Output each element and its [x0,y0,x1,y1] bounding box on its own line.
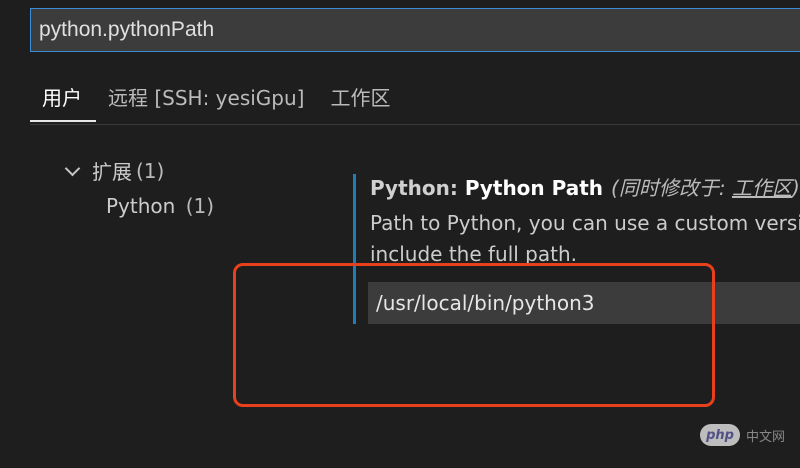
tree-group-count: (1) [136,158,165,183]
tree-item-count: (1) [185,194,215,218]
tab-workspace[interactable]: 工作区 [318,78,404,122]
setting-name: Python Path [464,176,604,200]
setting-modified-note: (同时修改于: 工作区) [611,176,800,200]
modified-suffix: ) [791,176,800,200]
settings-search-input[interactable]: python.pythonPath [39,9,779,51]
tree-group-extensions[interactable]: 扩展 (1) [62,156,164,185]
setting-description: Path to Python, you can use a custom ver… [370,208,800,270]
setting-category: Python: [370,176,465,200]
watermark-logo: php [700,424,740,446]
tree-item-label: Python [106,194,176,218]
settings-scope-tabs: 用户 远程 [SSH: yesiGpu] 工作区 [30,78,404,124]
settings-search-box[interactable]: python.pythonPath [30,8,800,52]
watermark: php 中文网 [700,424,785,446]
settings-editor: python.pythonPath 用户 远程 [SSH: yesiGpu] 工… [0,0,800,468]
setting-title: Python: Python Path (同时修改于: 工作区) [370,172,800,201]
modified-prefix: (同时修改于: [611,176,732,200]
tab-user[interactable]: 用户 [30,78,96,122]
modified-in-workspace-link[interactable]: 工作区 [732,176,792,200]
annotation-highlight-rectangle [233,263,715,407]
chevron-down-icon[interactable] [62,160,84,182]
watermark-text: 中文网 [746,429,786,445]
tabs-divider [30,124,800,125]
tree-group-label: 扩展 [92,160,132,184]
tab-remote-ssh[interactable]: 远程 [SSH: yesiGpu] [96,78,318,122]
tree-item-python[interactable]: Python (1) [106,194,214,218]
setting-description-line1: Path to Python, you can use a custom ver… [370,211,800,235]
